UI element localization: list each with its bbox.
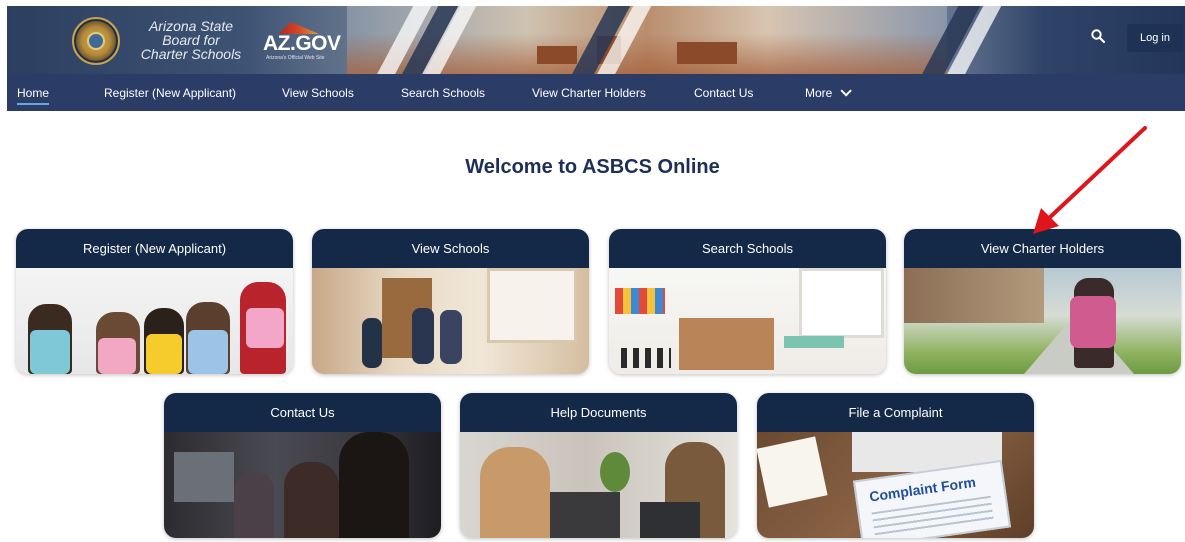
tile-image-complaint-form: Complaint Form (757, 432, 1034, 538)
person-figure (284, 462, 339, 538)
penguin-decor (621, 348, 671, 368)
backpack-shape (146, 334, 182, 374)
backpack-shape (1070, 296, 1116, 348)
azgov-logo-text: AZ.GOV (263, 32, 341, 55)
tile-view-charter-holders[interactable]: View Charter Holders (904, 229, 1181, 374)
sticky-note (757, 436, 828, 508)
window-shape (799, 268, 884, 338)
backpack-shape (246, 308, 284, 348)
tile-image-people-laptops (460, 432, 737, 538)
tile-image-school-hallway (312, 268, 589, 374)
login-button[interactable]: Log in (1127, 24, 1183, 52)
person-figure (339, 432, 409, 538)
nav-item-home[interactable]: Home (17, 74, 50, 111)
tile-title: Contact Us (164, 393, 441, 432)
form-lines (871, 495, 995, 538)
org-name-line1: Arizona State (148, 18, 234, 34)
building-shape (904, 268, 1044, 323)
student-figure (362, 318, 382, 368)
annotation-arrow (1033, 126, 1147, 234)
table-shape (784, 336, 844, 348)
azgov-logo-subtext: Arizona's Official Web Site (266, 55, 325, 61)
tile-title: Register (New Applicant) (16, 229, 293, 268)
plant-shape (600, 452, 630, 492)
tile-image-kids-backpacks (16, 268, 293, 374)
tile-view-schools[interactable]: View Schools (312, 229, 589, 374)
mesa-shape (537, 46, 577, 64)
tile-image-school-building (904, 268, 1181, 374)
tile-title: Help Documents (460, 393, 737, 432)
tile-file-complaint[interactable]: File a Complaint Complaint Form (757, 393, 1034, 538)
azgov-logo[interactable]: AZ.GOV Arizona's Official Web Site (263, 22, 355, 66)
backpack-shape (30, 330, 70, 374)
alphabet-poster (615, 288, 665, 314)
tile-help-documents[interactable]: Help Documents (460, 393, 737, 538)
tile-title: View Schools (312, 229, 589, 268)
student-figure (412, 308, 434, 364)
person-figure (480, 447, 550, 538)
tile-image-call-center (164, 432, 441, 538)
seal-center (87, 32, 105, 50)
search-button[interactable] (1086, 24, 1110, 48)
page-title: Welcome to ASBCS Online (465, 156, 720, 178)
org-name-line2: Board for (162, 32, 220, 48)
nav-item-label: Contact Us (694, 85, 754, 100)
nav-item-label: View Charter Holders (532, 85, 646, 100)
laptop-shape (550, 492, 620, 538)
nav-item-label: Search Schools (401, 85, 486, 100)
nav-item-label: View Schools (282, 85, 354, 100)
nav-item-search-schools[interactable]: Search Schools (401, 74, 485, 111)
nav-item-more[interactable]: More (805, 74, 853, 111)
tile-contact-us[interactable]: Contact Us (164, 393, 441, 538)
nav-item-register[interactable]: Register (New Applicant) (104, 74, 236, 111)
tile-image-classroom (609, 268, 886, 374)
tile-title: File a Complaint (757, 393, 1034, 432)
window-shape (487, 268, 577, 343)
nav-item-view-schools[interactable]: View Schools (282, 74, 354, 111)
tile-title: Search Schools (609, 229, 886, 268)
mesa-shape (677, 42, 737, 64)
org-name-line3: Charter Schools (140, 46, 242, 62)
tile-register[interactable]: Register (New Applicant) (16, 229, 293, 374)
monitor-shape (174, 452, 234, 502)
bookshelf-shape (679, 318, 774, 370)
nav-item-contact-us[interactable]: Contact Us (694, 74, 753, 111)
nav-item-label: Home (17, 85, 50, 100)
backpack-shape (188, 330, 228, 374)
nav-item-label: Register (New Applicant) (104, 85, 237, 100)
arizona-state-seal-logo[interactable] (72, 17, 120, 65)
chevron-down-icon (840, 84, 853, 97)
backpack-shape (98, 338, 136, 374)
student-figure (440, 310, 462, 364)
person-figure (234, 472, 274, 538)
nav-item-label: More (805, 85, 833, 100)
tile-search-schools[interactable]: Search Schools (609, 229, 886, 374)
main-nav: Home Register (New Applicant) View Schoo… (7, 74, 1185, 111)
laptop-shape (640, 502, 700, 538)
nav-item-view-charter-holders[interactable]: View Charter Holders (532, 74, 646, 111)
org-name[interactable]: Arizona State Board for Charter Schools (131, 19, 251, 61)
site-banner: Arizona State Board for Charter Schools … (7, 6, 1185, 74)
search-icon (1091, 29, 1105, 43)
